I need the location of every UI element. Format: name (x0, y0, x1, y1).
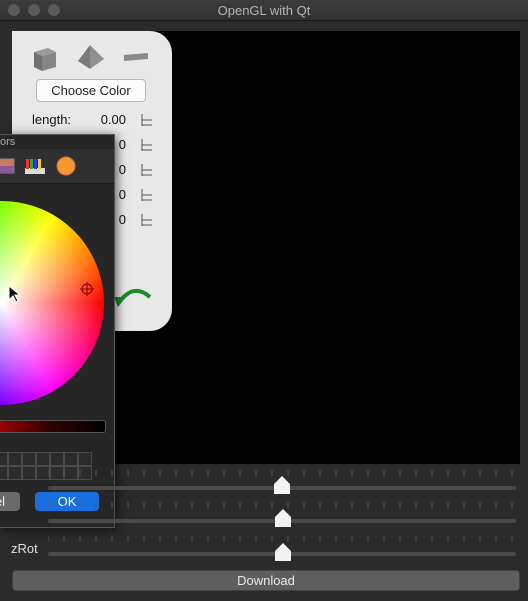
brightness-slider[interactable] (0, 420, 106, 433)
stepper-icon-2[interactable] (140, 139, 152, 151)
curved-arrow-icon[interactable] (112, 281, 156, 311)
y-rotation-slider-row (0, 502, 528, 530)
y-rotation-slider-thumb[interactable] (275, 509, 291, 527)
z-rotation-slider-thumb[interactable] (275, 543, 291, 561)
stepper-icon-4[interactable] (140, 189, 152, 201)
cube-icon[interactable] (30, 43, 60, 73)
pyramid-icon[interactable] (76, 43, 106, 73)
stepper-icon-5[interactable] (140, 214, 152, 226)
z-rotation-label: zRot (11, 541, 38, 556)
color-picker-toolbar (0, 149, 114, 184)
slider-ticks (48, 536, 513, 542)
length-label: length: (32, 112, 72, 127)
wheel-selector-crosshair-icon[interactable] (80, 282, 94, 296)
choose-color-button[interactable]: Choose Color (36, 79, 146, 102)
color-wheel[interactable] (0, 201, 104, 405)
plane-icon[interactable] (122, 43, 152, 73)
color-palette-icon[interactable] (55, 156, 77, 176)
slider-ticks (48, 502, 513, 508)
image-palette-icon[interactable] (0, 156, 18, 176)
stepper-icon-3[interactable] (140, 164, 152, 176)
dialog-title: ors (0, 136, 16, 148)
length-value: 0.00 (100, 112, 126, 127)
crayons-icon[interactable] (24, 156, 46, 176)
x-rotation-slider-row (0, 470, 528, 498)
z-rotation-slider-row: zRot (0, 536, 528, 564)
x-rotation-slider-thumb[interactable] (274, 476, 290, 494)
mouse-pointer-icon (8, 285, 20, 303)
title-bar: OpenGL with Qt (0, 0, 528, 21)
window-title: OpenGL with Qt (217, 3, 311, 18)
download-button[interactable]: Download (12, 570, 520, 591)
length-stepper-icon[interactable] (140, 114, 152, 126)
